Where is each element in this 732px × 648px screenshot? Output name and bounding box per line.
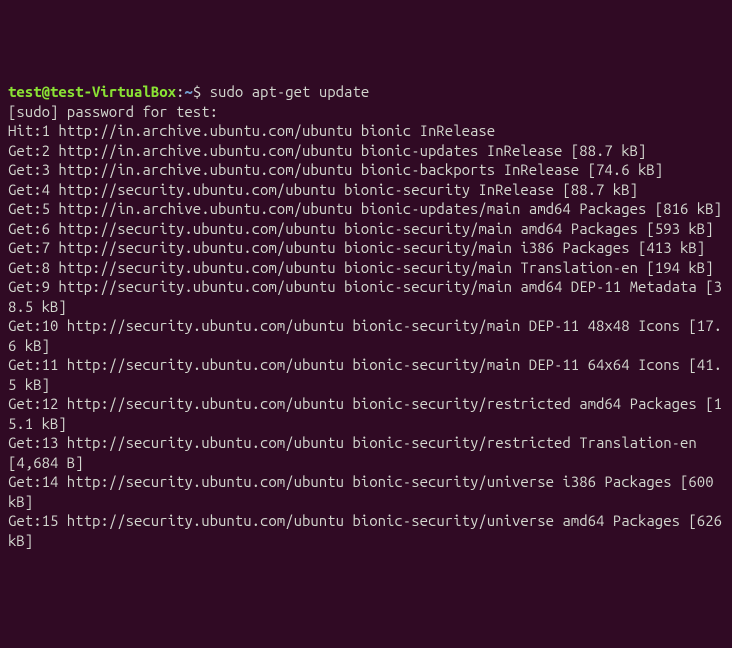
output-line: Get:14 http://security.ubuntu.com/ubuntu…	[8, 473, 722, 510]
output-line: Hit:1 http://in.archive.ubuntu.com/ubunt…	[8, 122, 495, 139]
output-line: Get:6 http://security.ubuntu.com/ubuntu …	[8, 220, 714, 237]
prompt-dollar: $	[193, 83, 210, 100]
prompt-line: test@test-VirtualBox:~$ sudo apt-get upd…	[8, 83, 369, 100]
terminal-window[interactable]: test@test-VirtualBox:~$ sudo apt-get upd…	[8, 82, 724, 550]
output-line: Get:12 http://security.ubuntu.com/ubuntu…	[8, 395, 722, 432]
output-line: Get:13 http://security.ubuntu.com/ubuntu…	[8, 434, 705, 471]
output-line: Get:5 http://in.archive.ubuntu.com/ubunt…	[8, 200, 722, 217]
prompt-user-host: test@test-VirtualBox	[8, 83, 176, 100]
output-line: [sudo] password for test:	[8, 103, 218, 120]
output-line: Get:15 http://security.ubuntu.com/ubuntu…	[8, 512, 730, 549]
output-line: Get:4 http://security.ubuntu.com/ubuntu …	[8, 181, 638, 198]
output-line: Get:2 http://in.archive.ubuntu.com/ubunt…	[8, 142, 646, 159]
output-line: Get:10 http://security.ubuntu.com/ubuntu…	[8, 317, 722, 354]
output-line: Get:11 http://security.ubuntu.com/ubuntu…	[8, 356, 722, 393]
output-line: Get:8 http://security.ubuntu.com/ubuntu …	[8, 259, 714, 276]
command-text: sudo apt-get update	[210, 83, 370, 100]
prompt-path: ~	[184, 83, 192, 100]
output-line: Get:7 http://security.ubuntu.com/ubuntu …	[8, 239, 705, 256]
output-line: Get:3 http://in.archive.ubuntu.com/ubunt…	[8, 161, 663, 178]
output-line: Get:9 http://security.ubuntu.com/ubuntu …	[8, 278, 722, 315]
